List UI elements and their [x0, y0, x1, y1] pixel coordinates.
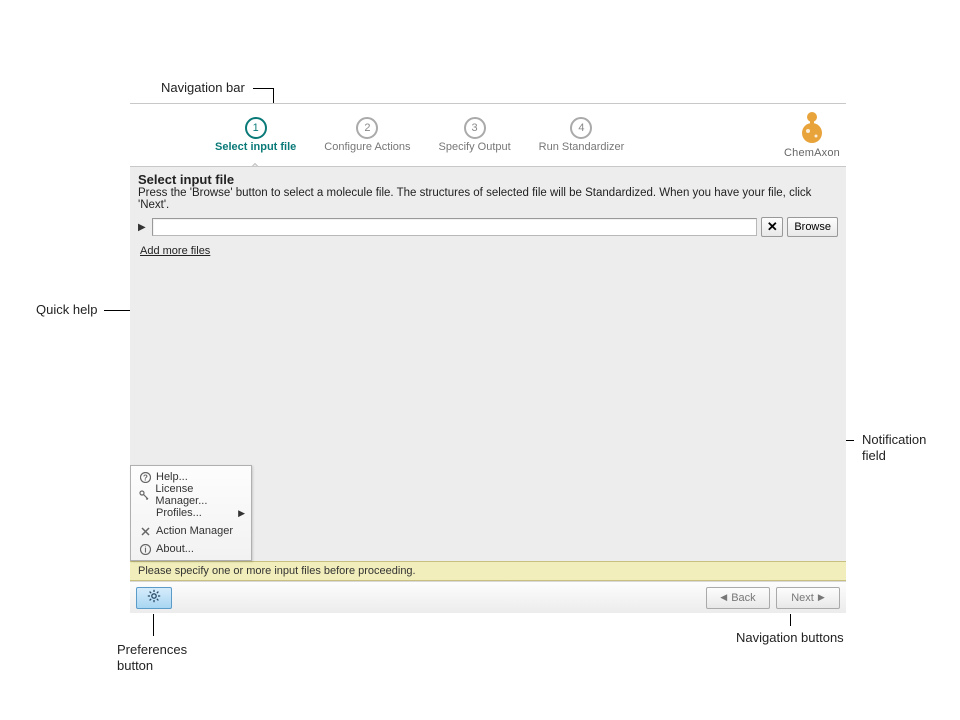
step-label: Configure Actions [324, 141, 410, 153]
annotation-quick-help: Quick help [36, 302, 97, 317]
step-circle: 1 [245, 117, 267, 139]
key-icon [137, 490, 152, 501]
preferences-menu: ? Help... License Manager... Profiles...… [130, 465, 252, 561]
clear-file-button[interactable]: ✕ [761, 217, 783, 237]
svg-text:?: ? [143, 473, 148, 482]
step-label: Run Standardizer [539, 141, 625, 153]
menu-item-license-manager[interactable]: License Manager... [133, 486, 249, 504]
step-select-input[interactable]: 1 Select input file [215, 117, 296, 153]
tools-icon [137, 526, 153, 537]
menu-item-profiles[interactable]: Profiles... ▶ [133, 504, 249, 522]
info-icon: i [137, 544, 153, 555]
menu-item-about[interactable]: i About... [133, 540, 249, 558]
triangle-right-icon: ▶ [818, 592, 825, 603]
preferences-button[interactable] [136, 587, 172, 609]
annotation-line [790, 614, 791, 626]
app-window: 1 Select input file 2 Configure Actions … [130, 103, 846, 613]
help-icon: ? [137, 472, 153, 483]
footer-bar: ◀ Back Next ▶ [130, 581, 846, 613]
navigation-bar: 1 Select input file 2 Configure Actions … [130, 104, 846, 166]
expand-caret-icon[interactable]: ▶ [138, 222, 148, 233]
step-run-standardizer[interactable]: 4 Run Standardizer [539, 117, 625, 153]
section-title: Select input file [138, 172, 838, 187]
step-label: Specify Output [439, 141, 511, 153]
step-configure-actions[interactable]: 2 Configure Actions [324, 117, 410, 153]
gear-icon [147, 589, 161, 606]
annotation-notification-field: Notification [862, 432, 926, 447]
step-circle: 4 [570, 117, 592, 139]
triangle-left-icon: ◀ [720, 592, 727, 603]
submenu-arrow-icon: ▶ [238, 508, 245, 519]
browse-button[interactable]: Browse [787, 217, 838, 237]
menu-item-label: Profiles... [156, 507, 202, 519]
chemaxon-logo: ChemAxon [784, 109, 840, 159]
annotation-nav-bar: Navigation bar [161, 80, 245, 95]
annotation-notification-field: field [862, 448, 886, 463]
file-path-input[interactable] [152, 218, 757, 236]
annotation-line [104, 310, 122, 311]
file-row: ▶ ✕ Browse [138, 217, 838, 237]
menu-item-label: Help... [156, 471, 188, 483]
notification-bar: Please specify one or more input files b… [130, 561, 846, 581]
back-button-label: Back [731, 592, 755, 604]
add-more-files-link[interactable]: Add more files [140, 245, 210, 257]
annotation-preferences-button: button [117, 658, 153, 673]
content-panel: Select input file Press the 'Browse' but… [130, 166, 846, 561]
chemaxon-logo-text: ChemAxon [784, 147, 840, 159]
step-specify-output[interactable]: 3 Specify Output [439, 117, 511, 153]
menu-item-action-manager[interactable]: Action Manager [133, 522, 249, 540]
back-button[interactable]: ◀ Back [706, 587, 770, 609]
next-button-label: Next [791, 592, 814, 604]
annotation-line [153, 614, 154, 636]
step-circle: 3 [464, 117, 486, 139]
annotation-preferences-button: Preferences [117, 642, 187, 657]
next-button[interactable]: Next ▶ [776, 587, 840, 609]
step-label: Select input file [215, 141, 296, 153]
menu-item-label: About... [156, 543, 194, 555]
chemaxon-logo-icon [798, 109, 826, 147]
step-circle: 2 [356, 117, 378, 139]
annotation-navigation-buttons: Navigation buttons [736, 630, 844, 645]
annotation-line [253, 88, 273, 89]
menu-item-label: Action Manager [156, 525, 233, 537]
svg-text:i: i [144, 545, 146, 554]
quick-help-text: Press the 'Browse' button to select a mo… [138, 187, 838, 211]
